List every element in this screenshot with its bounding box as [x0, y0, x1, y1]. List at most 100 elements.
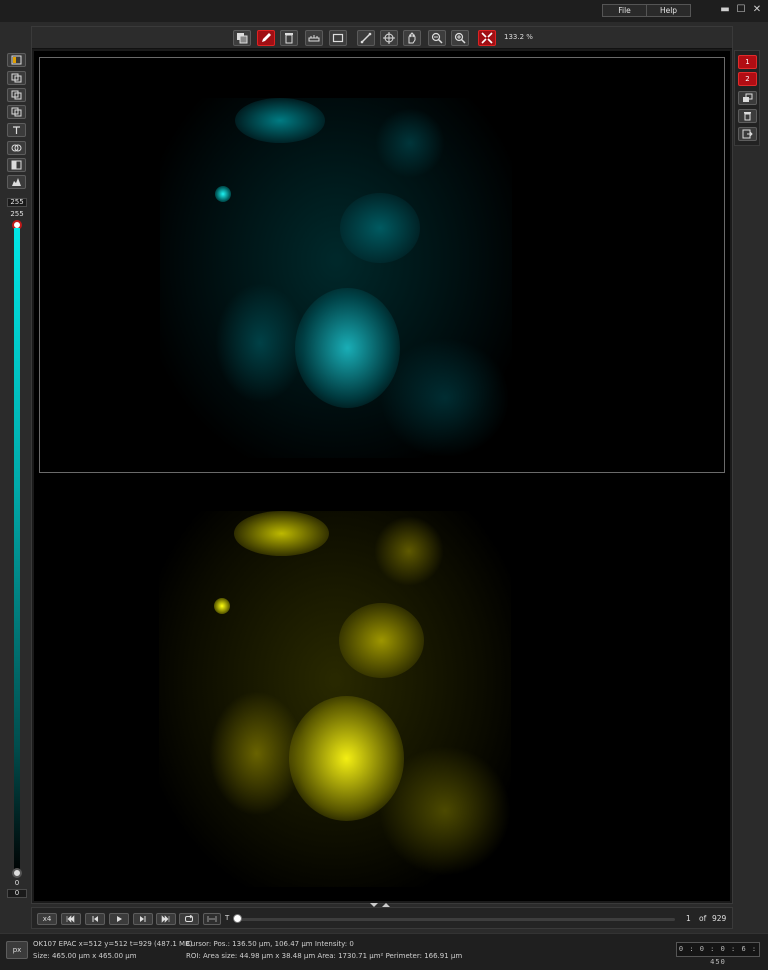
- histogram-icon: [12, 178, 21, 186]
- copy-image-button[interactable]: [233, 30, 251, 46]
- zoom-out-icon: [431, 32, 443, 44]
- menu-file[interactable]: File: [603, 5, 646, 16]
- first-frame-button[interactable]: [61, 913, 81, 925]
- pencil-icon: [262, 33, 271, 42]
- skip-start-icon: [66, 915, 75, 923]
- text-icon: [13, 126, 20, 134]
- channel-sidebar: 1 2: [734, 50, 760, 146]
- image-info: OK107 EPAC x=512 y=512 t=929 (487.1 MB): [33, 940, 193, 948]
- range-button[interactable]: [203, 913, 221, 925]
- frame-slider-handle[interactable]: [233, 914, 242, 923]
- channel-delete-button[interactable]: [738, 109, 757, 123]
- image-frame: 133.2 %: [31, 26, 733, 904]
- line-profile-button[interactable]: [305, 30, 323, 46]
- text-tool-button[interactable]: [7, 123, 26, 137]
- stack-icon: [11, 107, 22, 117]
- cell-region: [234, 511, 329, 556]
- image-toolbar: 133.2 %: [32, 27, 732, 49]
- stack-icon: [11, 73, 22, 83]
- units-toggle-button[interactable]: px: [6, 941, 28, 959]
- cell-region: [235, 98, 325, 143]
- contrast-icon: [11, 160, 22, 170]
- cell-region: [209, 691, 304, 816]
- contrast-button[interactable]: [7, 158, 26, 172]
- channel-1-cells: [160, 98, 512, 468]
- stack-view-3-button[interactable]: [7, 105, 26, 119]
- last-frame-button[interactable]: [156, 913, 176, 925]
- layers-icon: [743, 93, 753, 102]
- line-tool-button[interactable]: [357, 30, 375, 46]
- fit-icon: [481, 32, 493, 44]
- play-icon: [117, 916, 122, 922]
- min-value-box[interactable]: 0: [7, 889, 27, 898]
- previous-frame-button[interactable]: [85, 913, 105, 925]
- cell-region: [374, 516, 444, 586]
- crosshair-icon: [383, 32, 395, 44]
- channel-2-button[interactable]: 2: [738, 72, 757, 86]
- step-forward-icon: [140, 916, 146, 922]
- zoom-in-button[interactable]: [451, 30, 469, 46]
- ruler-icon: [308, 35, 320, 42]
- next-frame-button[interactable]: [133, 913, 153, 925]
- cursor-info: Cursor: Pos.: 136.50 µm, 106.47 µm Inten…: [186, 940, 354, 948]
- max-value-box[interactable]: 255: [7, 198, 27, 207]
- copy-icon: [237, 33, 248, 44]
- cell-region: [214, 598, 230, 614]
- view-mode-button[interactable]: [7, 53, 26, 67]
- rectangle-roi-button[interactable]: [329, 30, 347, 46]
- playback-speed-button[interactable]: x4: [37, 913, 57, 925]
- layout-icon: [11, 55, 22, 65]
- window-controls: ▬ ☐ ✕: [720, 3, 762, 17]
- fit-to-window-button[interactable]: [478, 30, 496, 46]
- cell-region: [215, 283, 305, 403]
- display-sidebar: 255 255 0 0: [4, 50, 29, 902]
- channel-1-button[interactable]: 1: [738, 55, 757, 69]
- trash-icon: [744, 112, 751, 121]
- play-button[interactable]: [109, 913, 129, 925]
- skip-end-icon: [161, 915, 170, 923]
- menu-help[interactable]: Help: [646, 5, 690, 16]
- export-button[interactable]: [738, 127, 757, 141]
- frame-slider[interactable]: [237, 918, 675, 921]
- trash-icon: [285, 33, 293, 44]
- loop-icon: [185, 915, 193, 922]
- channel-1-image[interactable]: [39, 57, 725, 473]
- zoom-out-button[interactable]: [428, 30, 446, 46]
- pan-button[interactable]: [403, 30, 421, 46]
- cell-region: [375, 108, 445, 178]
- elapsed-timer: 0 : 0 : 0 : 6 : 450: [676, 942, 760, 966]
- channel-2-image[interactable]: [39, 479, 725, 897]
- total-frames: 929: [712, 914, 727, 923]
- time-axis-label: T: [225, 914, 230, 922]
- histogram-button[interactable]: [7, 175, 26, 189]
- close-button[interactable]: ✕: [752, 3, 762, 17]
- overlay-icon: [11, 144, 22, 152]
- overlay-button[interactable]: [7, 141, 26, 155]
- minimize-button[interactable]: ▬: [720, 3, 730, 17]
- stack-view-2-button[interactable]: [7, 88, 26, 102]
- cell-region: [340, 193, 420, 263]
- channel-settings-button[interactable]: [738, 91, 757, 105]
- cell-region: [380, 338, 510, 458]
- current-frame: 1: [686, 914, 691, 923]
- maximize-button[interactable]: ☐: [736, 3, 746, 17]
- cell-region: [339, 603, 424, 678]
- lookup-table-bar: [14, 228, 20, 876]
- stack-icon: [11, 90, 22, 100]
- crosshair-button[interactable]: [380, 30, 398, 46]
- line-icon: [360, 32, 372, 44]
- cell-region: [215, 186, 231, 202]
- min-level-handle[interactable]: [12, 868, 22, 878]
- image-viewer[interactable]: [34, 51, 730, 901]
- delete-roi-button[interactable]: [280, 30, 298, 46]
- zoom-in-icon: [454, 32, 466, 44]
- loop-button[interactable]: [179, 913, 199, 925]
- draw-tool-button[interactable]: [257, 30, 275, 46]
- range-icon: [207, 916, 217, 922]
- stack-view-1-button[interactable]: [7, 71, 26, 85]
- min-value-label: 0: [14, 879, 20, 887]
- playback-bar: x4 T 1 of 929: [31, 907, 733, 929]
- step-back-icon: [92, 916, 98, 922]
- image-size: Size: 465.00 µm x 465.00 µm: [33, 952, 137, 960]
- status-bar: px OK107 EPAC x=512 y=512 t=929 (487.1 M…: [0, 933, 768, 970]
